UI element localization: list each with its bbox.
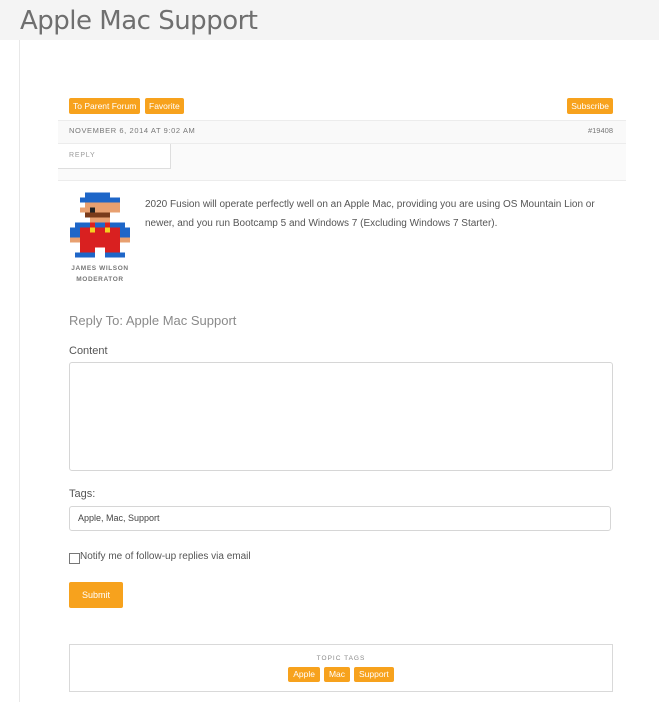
post-permalink[interactable]: #19408 <box>588 126 613 135</box>
content-label: Content <box>69 345 108 357</box>
parent-forum-button[interactable]: To Parent Forum <box>69 98 141 114</box>
post-meta-bar: NOVEMBER 6, 2014 AT 9:02 AM #19408 <box>58 120 626 144</box>
left-divider <box>19 40 20 702</box>
tag-apple[interactable]: Apple <box>288 667 320 682</box>
tags-label: Tags: <box>69 488 96 500</box>
reply-link-cell[interactable]: REPLY <box>58 144 171 169</box>
reply-form-heading: Reply To: Apple Mac Support <box>69 313 237 328</box>
tag-mac[interactable]: Mac <box>323 667 351 682</box>
favorite-button[interactable]: Favorite <box>145 98 184 114</box>
reply-bar: REPLY <box>58 144 626 181</box>
topic-tags-title: TOPIC TAGS <box>316 655 366 662</box>
author-role: MODERATOR <box>76 276 124 283</box>
notify-checkbox[interactable] <box>69 553 80 564</box>
tag-support[interactable]: Support <box>354 667 394 682</box>
content-textarea[interactable] <box>69 362 613 471</box>
pixel-avatar-icon <box>70 192 130 258</box>
topic-tags-list: Apple Mac Support <box>70 667 612 682</box>
reply-content: 2020 Fusion will operate perfectly well … <box>145 199 595 229</box>
author-name[interactable]: JAMES WILSON <box>60 265 140 272</box>
subscribe-button[interactable]: Subscribe <box>567 98 613 114</box>
tags-input[interactable]: Apple, Mac, Support <box>69 506 611 531</box>
topic-tags-box: TOPIC TAGS Apple Mac Support <box>69 644 613 692</box>
page-title: Apple Mac Support <box>20 6 258 36</box>
notify-label[interactable]: Notify me of follow-up replies via email <box>80 551 251 562</box>
post-date: NOVEMBER 6, 2014 AT 9:02 AM <box>69 126 196 135</box>
submit-button[interactable]: Submit <box>69 582 123 608</box>
reply-link[interactable]: REPLY <box>69 152 95 159</box>
